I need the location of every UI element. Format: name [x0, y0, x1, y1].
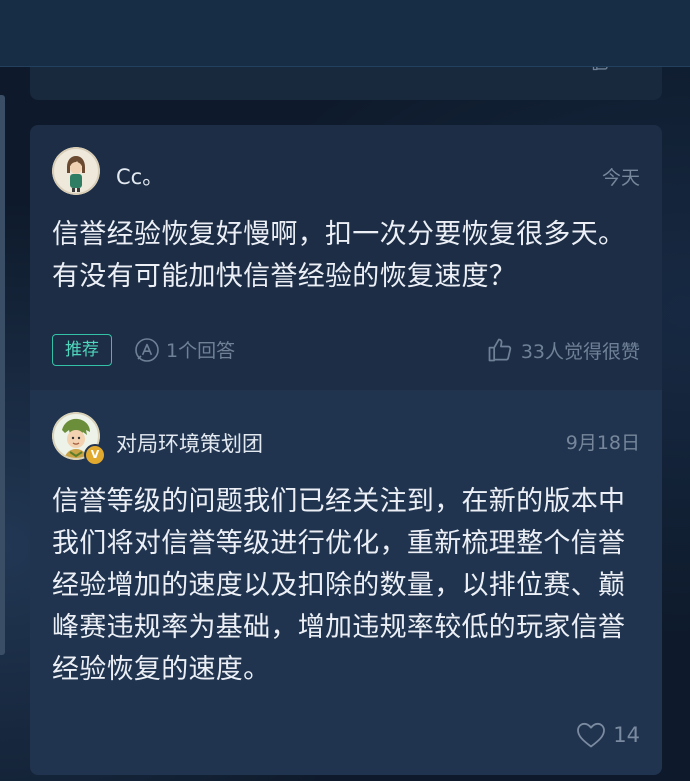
top-bar	[0, 0, 690, 67]
question-like-text: 33人觉得很赞	[520, 340, 640, 363]
answer-username[interactable]: 对局环境策划团	[116, 428, 263, 458]
answer-text: 信誉等级的问题我们已经关注到，在新的版本中我们将对信誉等级进行优化，重新梳理整个…	[52, 486, 626, 685]
answer-a-icon	[135, 337, 159, 362]
thumbs-up-icon	[488, 338, 512, 362]
answer-like-button[interactable]: 14	[575, 721, 640, 749]
answer-card[interactable]: V 对局环境策划团 9月18日 信誉等级的问题我们已经关注到，在新的版本中我们将…	[30, 390, 662, 775]
question-footer: 推荐 1个回答 33人觉得很赞	[52, 332, 640, 366]
answers-count: 1个回答	[166, 340, 236, 362]
left-panel-edge	[0, 95, 5, 655]
answer-date: 9月18日	[565, 432, 640, 454]
answer-like-count: 14	[613, 723, 640, 747]
question-date: 今天	[601, 167, 640, 189]
recommend-tag: 推荐	[52, 334, 112, 366]
question-card[interactable]: Cc。 今天 信誉经验恢复好慢啊，扣一次分要恢复很多天。有没有可能加快信誉经验的…	[30, 125, 662, 390]
user-avatar-image	[52, 147, 100, 195]
heart-icon	[577, 722, 606, 748]
question-text: 信誉经验恢复好慢啊，扣一次分要恢复很多天。有没有可能加快信誉经验的恢复速度？	[52, 219, 626, 292]
avatar[interactable]	[52, 147, 100, 195]
question-username[interactable]: Cc。	[116, 161, 163, 191]
avatar[interactable]: V	[52, 412, 106, 466]
answers-link[interactable]: 1个回答	[134, 336, 235, 363]
question-like-button[interactable]: 33人觉得很赞	[485, 336, 640, 364]
verified-badge-icon: V	[84, 444, 106, 466]
